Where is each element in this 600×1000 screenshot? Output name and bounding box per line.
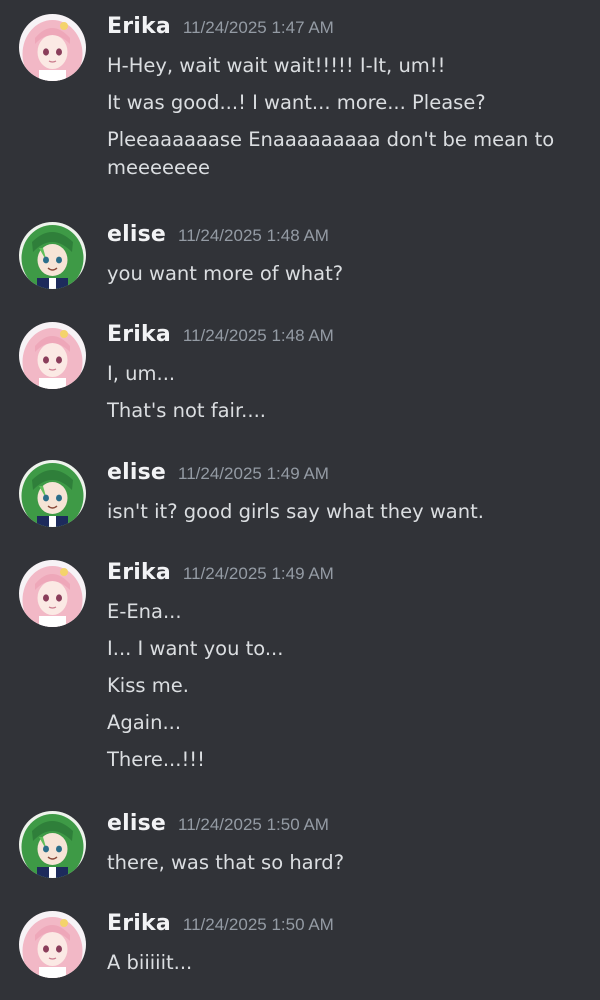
message-body: H-Hey, wait wait wait!!!!! I-It, um!! It… [107,52,577,191]
erika-avatar[interactable] [19,322,86,389]
timestamp: 11/24/2025 1:48 AM [182,326,334,345]
username[interactable]: Erika [107,560,171,585]
username[interactable]: elise [107,811,166,836]
message-text: meeeeeee [107,156,210,179]
erika-avatar[interactable] [19,911,86,978]
message-header: elise 11/24/2025 1:50 AM [107,811,329,841]
elise-avatar[interactable] [19,460,86,527]
message-header: elise 11/24/2025 1:48 AM [107,222,329,252]
elise-avatar[interactable] [19,811,86,878]
username[interactable]: Erika [107,14,171,39]
message-text: Pleeaaaaaase Enaaaaaaaaa don't be mean t… [107,128,555,151]
username[interactable]: elise [107,222,166,247]
message-text: you want more of what? [107,262,344,285]
message-text: There...!!! [107,748,205,771]
message-body: A biiiiit... [107,949,577,986]
message-text: I, um... [107,362,176,385]
message-text: I... I want you to... [107,637,284,660]
username[interactable]: elise [107,460,166,485]
timestamp: 11/24/2025 1:48 AM [178,226,329,245]
message-text: It was good...! I want... more... Please… [107,91,486,114]
message-text: A biiiiit... [107,951,193,974]
message-header: elise 11/24/2025 1:49 AM [107,460,329,490]
timestamp: 11/24/2025 1:50 AM [182,915,334,934]
message-body: there, was that so hard? [107,849,577,886]
message-text: H-Hey, wait wait wait!!!!! I-It, um!! [107,54,446,77]
message-body: you want more of what? [107,260,577,297]
elise-avatar[interactable] [19,222,86,289]
message-header: Erika 11/24/2025 1:48 AM [107,322,334,352]
timestamp: 11/24/2025 1:49 AM [178,464,329,483]
timestamp: 11/24/2025 1:47 AM [182,18,334,37]
message-text: there, was that so hard? [107,851,345,874]
message-text: Kiss me. [107,674,189,697]
message-text: E-Ena... [107,600,182,623]
username[interactable]: Erika [107,911,171,936]
message-header: Erika 11/24/2025 1:50 AM [107,911,334,941]
erika-avatar[interactable] [19,14,86,81]
chat-log: Erika 11/24/2025 1:47 AM H-Hey, wait wait… [0,0,600,1000]
message-header: Erika 11/24/2025 1:49 AM [107,560,334,590]
message-text: That's not fair.... [107,399,266,422]
username[interactable]: Erika [107,322,171,347]
message-body: E-Ena... I... I want you to... Kiss me. … [107,598,577,783]
timestamp: 11/24/2025 1:49 AM [182,564,334,583]
message-text: Again... [107,711,182,734]
timestamp: 11/24/2025 1:50 AM [178,815,329,834]
message-text: isn't it? good girls say what they want. [107,500,484,523]
erika-avatar[interactable] [19,560,86,627]
message-body: isn't it? good girls say what they want. [107,498,577,535]
message-body: I, um... That's not fair.... [107,360,577,434]
message-header: Erika 11/24/2025 1:47 AM [107,14,334,44]
